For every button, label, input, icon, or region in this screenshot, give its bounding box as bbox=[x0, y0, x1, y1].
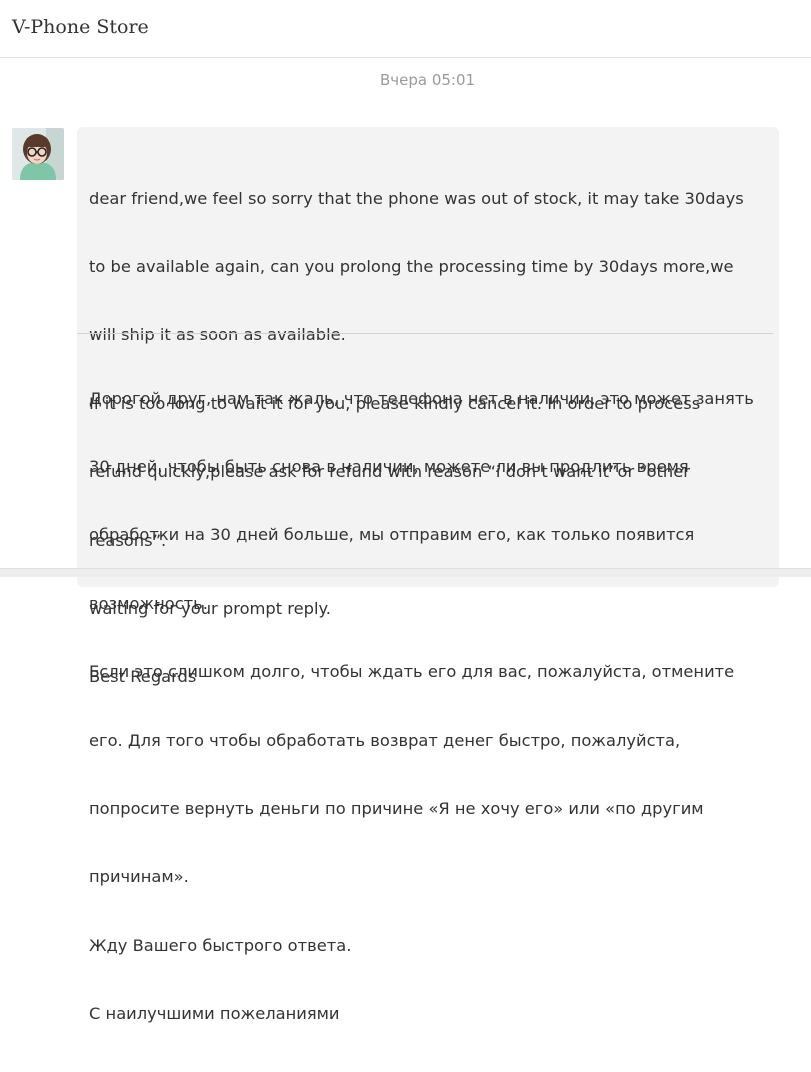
store-name-title[interactable]: V-Phone Store bbox=[12, 16, 149, 38]
translation-line: 30 дней, чтобы быть снова в наличии, мож… bbox=[89, 456, 689, 476]
translation-line: его. Для того чтобы обработать возврат д… bbox=[89, 730, 681, 750]
seller-avatar[interactable] bbox=[12, 128, 64, 180]
translation-line: возможность. bbox=[89, 593, 208, 613]
translation-line: Если это слишком долго, чтобы ждать его … bbox=[89, 662, 735, 682]
translation-line: Жду Вашего быстрого ответа. bbox=[89, 935, 352, 955]
translation-line: С наилучшими пожеланиями bbox=[89, 1004, 340, 1024]
translation-line: обработки на 30 дней больше, мы отправим… bbox=[89, 525, 695, 545]
chat-header: V-Phone Store bbox=[0, 0, 811, 58]
translation-line: попросите вернуть деньги по причине «Я н… bbox=[89, 798, 704, 818]
seller-avatar-image bbox=[12, 128, 64, 180]
chat-footer-edge bbox=[0, 568, 811, 577]
message-translation-text: Дорогой друг, нам так жаль, что телефона… bbox=[89, 342, 769, 1072]
translation-line: причинам». bbox=[89, 867, 189, 887]
message-line: dear friend,we feel so sorry that the ph… bbox=[89, 188, 744, 208]
translation-line: Дорогой друг, нам так жаль, что телефона… bbox=[89, 388, 754, 408]
message-line: to be available again, can you prolong t… bbox=[89, 256, 734, 276]
translation-divider bbox=[77, 333, 773, 334]
message-bubble: dear friend,we feel so sorry that the ph… bbox=[77, 127, 779, 1023]
message-timestamp: Вчера 05:01 bbox=[379, 71, 476, 89]
